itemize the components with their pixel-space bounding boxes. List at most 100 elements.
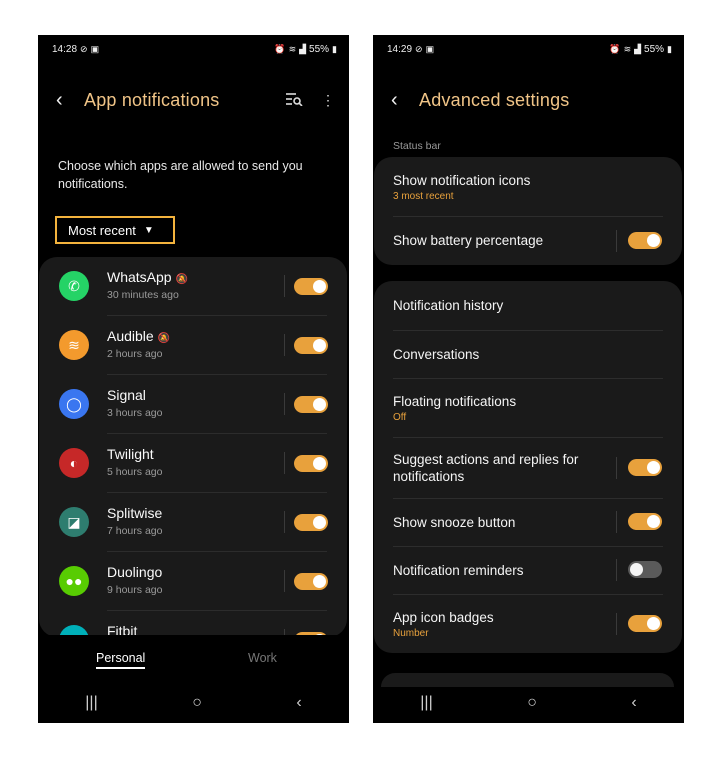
app-row-audible[interactable]: ≋ Audible 🔕 2 hours ago xyxy=(39,316,347,375)
setting-show-battery-percentage[interactable]: Show battery percentage xyxy=(374,216,682,265)
row-divider xyxy=(616,612,617,635)
toggle-knob xyxy=(313,457,326,470)
app-row-duolingo[interactable]: ●● Duolingo 9 hours ago xyxy=(39,552,347,611)
app-row-whatsapp[interactable]: ✆ WhatsApp 🔕 30 minutes ago xyxy=(39,257,347,316)
sort-dropdown[interactable]: Most recent ▼ xyxy=(55,216,175,244)
toggle-knob xyxy=(647,233,660,247)
app-notifications-screen: 14:28 ⊘ ▣ ⏰ ≋ ▟ 55% ▮ ‹ App notification… xyxy=(38,35,349,723)
wifi-icon: ≋ xyxy=(623,43,632,54)
setting-show-notification-icons[interactable]: Show notification icons 3 most recent xyxy=(374,157,682,216)
app-list: ✆ WhatsApp 🔕 30 minutes ago ≋ Audible 🔕 2 hours… xyxy=(39,257,347,637)
back-icon[interactable]: ‹ xyxy=(56,89,84,112)
setting-label: Notification history xyxy=(393,298,504,313)
setting-app-icon-badges[interactable]: App icon badges Number xyxy=(374,594,682,653)
app-row-twilight[interactable]: ◐ Twilight 5 hours ago xyxy=(39,434,347,493)
app-name-text: Signal xyxy=(107,387,146,403)
setting-label: Show notification icons xyxy=(393,173,531,188)
whatsapp-icon: ✆ xyxy=(59,271,89,301)
page-title: Advanced settings xyxy=(419,89,570,110)
general-settings-card: Notification history Conversations Floatin… xyxy=(374,281,682,653)
toggle-knob xyxy=(313,339,326,352)
app-toggle-audible[interactable] xyxy=(294,337,328,354)
app-name-text: Splitwise xyxy=(107,505,163,521)
app-toggle-signal[interactable] xyxy=(294,396,328,413)
app-row-fitbit[interactable]: ◆Fitbit xyxy=(39,611,347,637)
setting-label: Floating notifications xyxy=(393,394,517,409)
clock: 14:28 xyxy=(52,43,78,55)
toggle-knob xyxy=(313,280,326,293)
search-filter-icon[interactable] xyxy=(285,92,303,109)
app-toggle-duolingo[interactable] xyxy=(294,573,328,590)
toggle-knob xyxy=(647,616,660,630)
setting-sublabel: Off xyxy=(393,412,407,423)
row-divider xyxy=(616,456,617,479)
setting-label: App icon badges xyxy=(393,610,494,625)
back-nav-icon[interactable]: ‹ xyxy=(296,694,301,712)
row-divider xyxy=(616,511,617,533)
battery-percent: 55% xyxy=(644,43,665,55)
back-icon[interactable]: ‹ xyxy=(391,89,419,112)
status-bar-settings-card: Show notification icons 3 most recent Show… xyxy=(374,157,682,265)
app-toggle-whatsapp[interactable] xyxy=(294,278,328,295)
app-name-text: Audible xyxy=(107,328,154,344)
app-name: Audible 🔕 xyxy=(107,328,170,344)
navigation-bar: ||| ○ ‹ xyxy=(38,683,349,723)
row-divider xyxy=(284,393,285,415)
app-last-notified: 9 hours ago xyxy=(107,584,163,596)
toggle-show-battery-percentage[interactable] xyxy=(628,231,662,249)
toggle-knob xyxy=(630,563,643,576)
signal-icon: ▟ xyxy=(299,43,307,54)
mute-icon: ⊘ xyxy=(80,43,88,54)
app-last-notified: 3 hours ago xyxy=(107,407,163,419)
app-toggle-twilight[interactable] xyxy=(294,455,328,472)
toggle-show-snooze-button[interactable] xyxy=(628,513,662,530)
row-divider xyxy=(284,334,285,356)
app-last-notified: 7 hours ago xyxy=(107,525,163,537)
setting-notification-reminders[interactable]: Notification reminders xyxy=(374,546,682,594)
app-row-signal[interactable]: ◯ Signal 3 hours ago xyxy=(39,375,347,434)
splitwise-icon: ◪ xyxy=(59,507,89,537)
setting-label: Show snooze button xyxy=(393,515,516,530)
tab-personal[interactable]: Personal xyxy=(96,651,146,669)
app-name: Splitwise xyxy=(107,505,162,521)
tab-work[interactable]: Work xyxy=(248,651,277,665)
back-nav-icon[interactable]: ‹ xyxy=(631,694,636,712)
app-toggle-splitwise[interactable] xyxy=(294,514,328,531)
setting-show-snooze-button[interactable]: Show snooze button xyxy=(374,498,682,546)
setting-sublabel: 3 most recent xyxy=(393,191,454,202)
toggle-app-icon-badges[interactable] xyxy=(628,614,662,632)
status-bar: 14:28 ⊘ ▣ ⏰ ≋ ▟ 55% ▮ xyxy=(52,41,337,57)
toggle-notification-reminders[interactable] xyxy=(628,561,662,578)
description-text: Choose which apps are allowed to send yo… xyxy=(58,159,303,191)
profile-tabs: Personal Work xyxy=(38,635,349,685)
app-name: Duolingo xyxy=(107,564,162,580)
setting-floating-notifications[interactable]: Floating notifications Off xyxy=(374,378,682,437)
battery-percent: 55% xyxy=(309,43,330,55)
page-header: ‹ App notifications ⋮ xyxy=(56,87,335,113)
app-name-text: Duolingo xyxy=(107,564,163,580)
page-title: App notifications xyxy=(84,89,220,110)
setting-suggest-actions-and-replies-for-notifications[interactable]: Suggest actions and replies for notifica… xyxy=(374,437,682,498)
setting-notification-history[interactable]: Notification history xyxy=(374,281,682,330)
battery-icon: ▮ xyxy=(667,43,672,54)
toggle-suggest-actions-and-replies-for-notifications[interactable] xyxy=(628,458,662,476)
toggle-knob xyxy=(313,398,326,411)
setting-conversations[interactable]: Conversations xyxy=(374,330,682,378)
sort-dropdown-label: Most recent xyxy=(68,222,136,238)
more-options-icon[interactable]: ⋮ xyxy=(321,92,335,109)
setting-sublabel: Number xyxy=(393,628,429,639)
advanced-settings-screen: 14:29 ⊘ ▣ ⏰ ≋ ▟ 55% ▮ ‹ Advanced setting… xyxy=(373,35,684,723)
recents-icon[interactable]: ||| xyxy=(420,694,432,712)
toggle-knob xyxy=(313,575,326,588)
alarm-icon: ⏰ xyxy=(274,43,286,54)
setting-label: Suggest actions and replies for notifica… xyxy=(393,452,579,484)
duolingo-icon: ●● xyxy=(59,566,89,596)
recents-icon[interactable]: ||| xyxy=(85,694,97,712)
home-icon[interactable]: ○ xyxy=(527,694,537,712)
app-row-splitwise[interactable]: ◪ Splitwise 7 hours ago xyxy=(39,493,347,552)
app-name-text: WhatsApp xyxy=(107,269,172,285)
toggle-knob xyxy=(313,516,326,529)
image-icon: ▣ xyxy=(90,43,100,54)
mute-icon: ⊘ xyxy=(415,43,423,54)
home-icon[interactable]: ○ xyxy=(192,694,202,712)
